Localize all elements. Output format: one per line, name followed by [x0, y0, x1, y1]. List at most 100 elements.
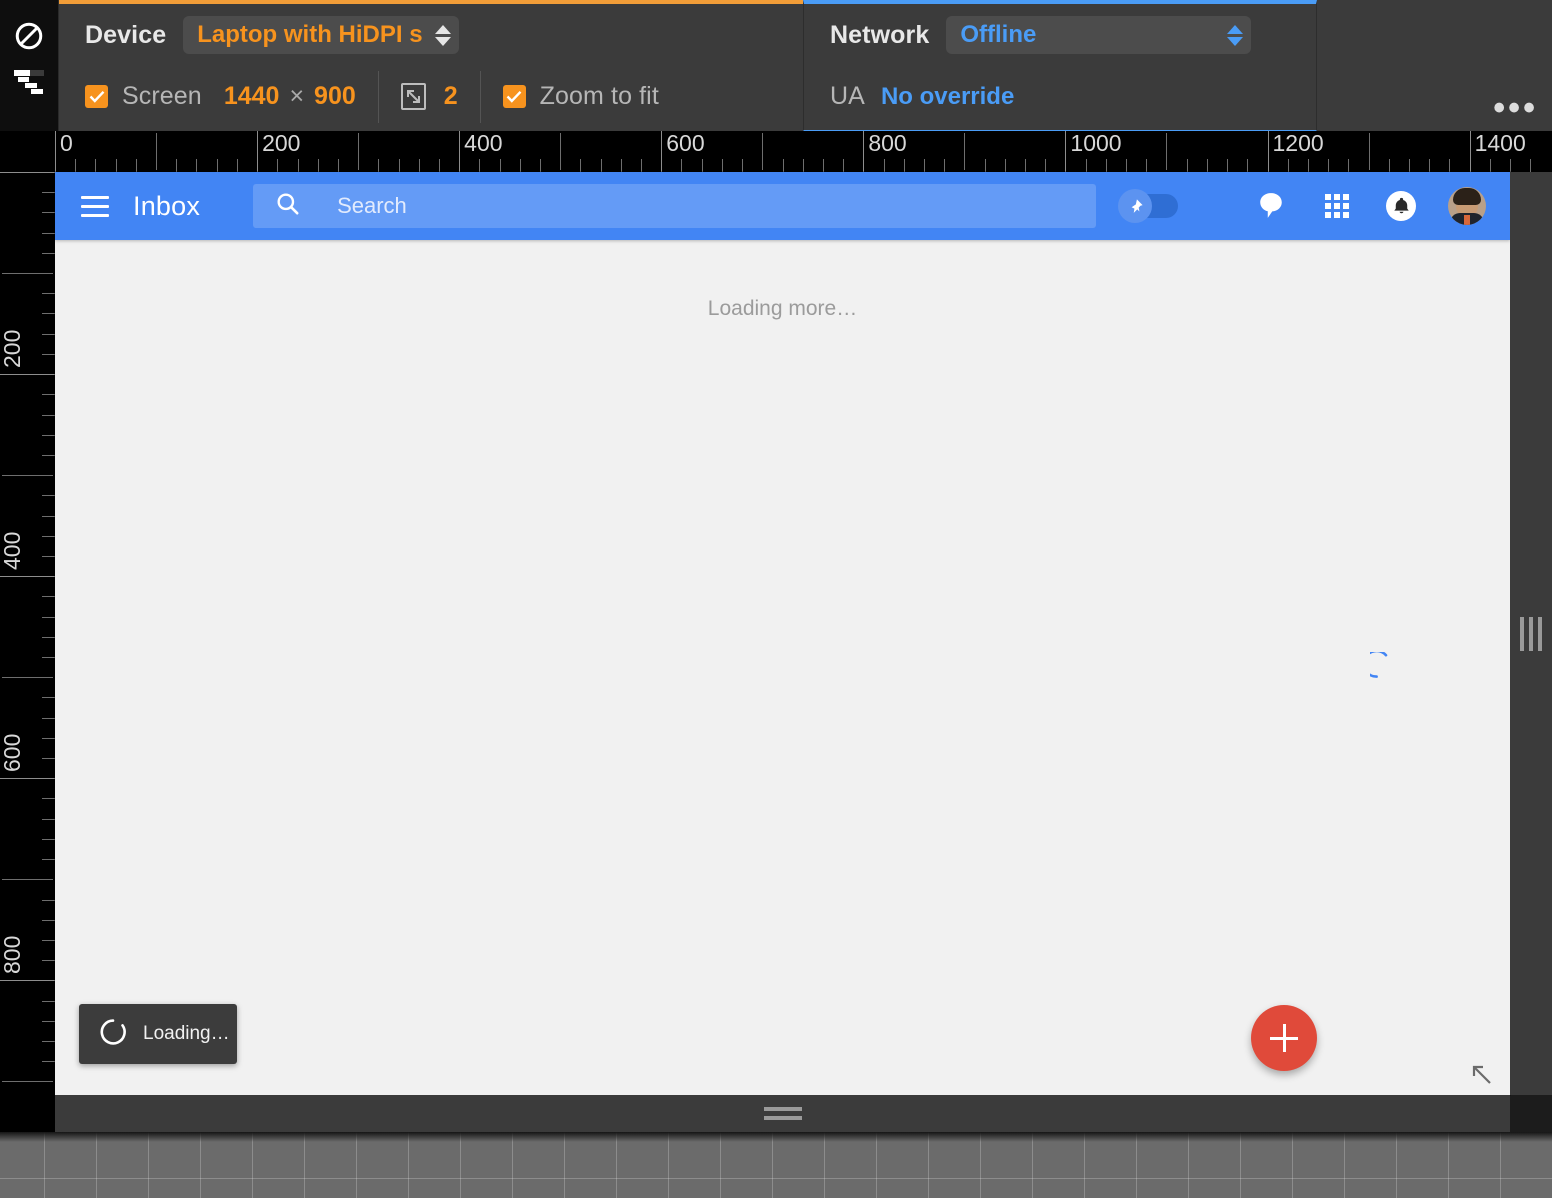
avatar[interactable] [1448, 187, 1486, 225]
user-agent-value[interactable]: No override [881, 83, 1014, 111]
ruler-tick [378, 159, 380, 172]
pin-icon [1131, 198, 1143, 213]
ruler-tick [1227, 159, 1229, 172]
zoom-to-fit-checkbox[interactable] [502, 85, 526, 108]
ruler-tick [1307, 159, 1309, 172]
ruler-tick [42, 1040, 55, 1042]
resize-corner-icon[interactable] [1470, 1063, 1494, 1087]
snackbar: Loading… [79, 1004, 237, 1064]
ruler-tick [782, 159, 784, 172]
ruler-tick [42, 555, 55, 557]
devtools-emulation-toolbar: Device Laptop with HiDPI s Screen 1440 ×… [0, 0, 1552, 131]
device-settings-pane: Device Laptop with HiDPI s Screen 1440 ×… [59, 0, 803, 131]
ruler-tick [156, 133, 158, 170]
screen-checkbox[interactable] [85, 85, 108, 108]
ruler-tick [277, 159, 279, 172]
ruler-tick [1328, 159, 1330, 172]
ruler-tick [297, 159, 299, 172]
ruler-tick [580, 159, 582, 172]
device-select-value: Laptop with HiDPI s [197, 21, 423, 48]
ruler-tick [2, 879, 53, 881]
ruler-tick [42, 899, 55, 901]
ruler-tick [42, 252, 55, 254]
ruler-tick [600, 159, 602, 172]
ruler-tick [1166, 133, 1168, 170]
ruler-tick [257, 131, 259, 172]
search-placeholder: Search [337, 193, 407, 218]
resize-handle-vertical-grip-icon [763, 1107, 802, 1120]
ruler-tick [42, 535, 55, 537]
ruler-tick [216, 159, 218, 172]
ruler-tick [115, 159, 117, 172]
pin-toggle-knob [1118, 189, 1153, 223]
toolbar-divider [377, 70, 379, 123]
horizontal-ruler[interactable]: 0 200 400 600 800 1000 1200 1400 [0, 131, 1552, 172]
ruler-tick [2, 475, 53, 477]
grid-shadow [0, 1132, 1552, 1142]
ruler-tick [135, 159, 137, 172]
ruler-label: 800 [868, 131, 907, 156]
ruler-label: 0 [60, 131, 73, 156]
ruler-tick [42, 818, 55, 820]
ruler-tick [42, 333, 55, 335]
ruler-tick [1510, 159, 1511, 172]
ruler-tick [42, 939, 55, 941]
network-throttle-icon[interactable] [7, 59, 51, 105]
ruler-gutter-bottom [0, 1095, 55, 1132]
user-agent-label: UA [830, 82, 865, 110]
screen-height-input[interactable]: 900 [314, 82, 356, 111]
device-pixel-ratio-icon [400, 83, 426, 110]
notifications-bell-icon[interactable] [1386, 191, 1416, 221]
ruler-tick [701, 159, 703, 172]
avatar-hair [1453, 188, 1481, 205]
loading-more-text: Loading more… [707, 297, 858, 320]
ruler-tick [903, 159, 905, 172]
ruler-tick [681, 159, 683, 172]
device-pixel-ratio-input[interactable]: 2 [444, 82, 458, 111]
ruler-tick [1247, 159, 1249, 172]
resize-handle-horizontal[interactable] [1510, 172, 1552, 1095]
ruler-tick [641, 159, 643, 172]
ruler-tick [42, 737, 55, 739]
screen-label: Screen [122, 82, 202, 110]
network-condition-value: Offline [960, 21, 1037, 48]
ruler-tick [1429, 159, 1431, 172]
ruler-tick [42, 293, 55, 295]
ruler-tick [42, 232, 55, 234]
hangouts-icon[interactable] [1254, 189, 1288, 223]
resize-handle-vertical[interactable] [55, 1095, 1510, 1132]
ruler-tick [661, 131, 663, 172]
ruler-tick [1085, 159, 1087, 172]
screen-width-input[interactable]: 1440 [224, 82, 280, 111]
network-label: Network [830, 20, 930, 49]
ruler-label: 400 [464, 131, 503, 156]
vertical-ruler[interactable]: 02004006008001000 [0, 131, 55, 1198]
ruler-tick [762, 133, 764, 170]
ruler-tick [438, 159, 440, 172]
network-select-arrows-icon [1227, 24, 1244, 46]
network-settings-pane: Network Offline UA No override [803, 0, 1317, 131]
ruler-tick [1348, 159, 1350, 172]
ruler-tick [1045, 159, 1047, 172]
resize-handle-horizontal-grip-icon [1520, 616, 1542, 651]
ruler-label: 1200 [1272, 131, 1324, 156]
ruler-tick [883, 159, 885, 172]
apps-grid-icon[interactable] [1320, 189, 1354, 223]
ruler-tick [196, 159, 198, 172]
dimension-separator: × [289, 82, 305, 110]
ruler-tick [42, 515, 55, 517]
search-icon [275, 191, 301, 222]
ruler-tick [1368, 133, 1370, 170]
ruler-tick [42, 454, 55, 456]
ruler-tick [236, 159, 238, 172]
block-requests-icon[interactable] [7, 13, 51, 59]
device-viewport: Inbox Search Loading more… Loading… [55, 172, 1510, 1095]
pin-toggle[interactable] [1118, 189, 1179, 223]
compose-fab[interactable] [1251, 1005, 1317, 1071]
device-select[interactable]: Laptop with HiDPI s [183, 16, 459, 54]
search-input[interactable]: Search [253, 184, 1097, 228]
overflow-menu-button[interactable]: ••• [1493, 91, 1538, 125]
ruler-tick [1267, 131, 1269, 172]
hamburger-menu-icon[interactable] [77, 188, 113, 224]
network-condition-select[interactable]: Offline [946, 16, 1252, 54]
